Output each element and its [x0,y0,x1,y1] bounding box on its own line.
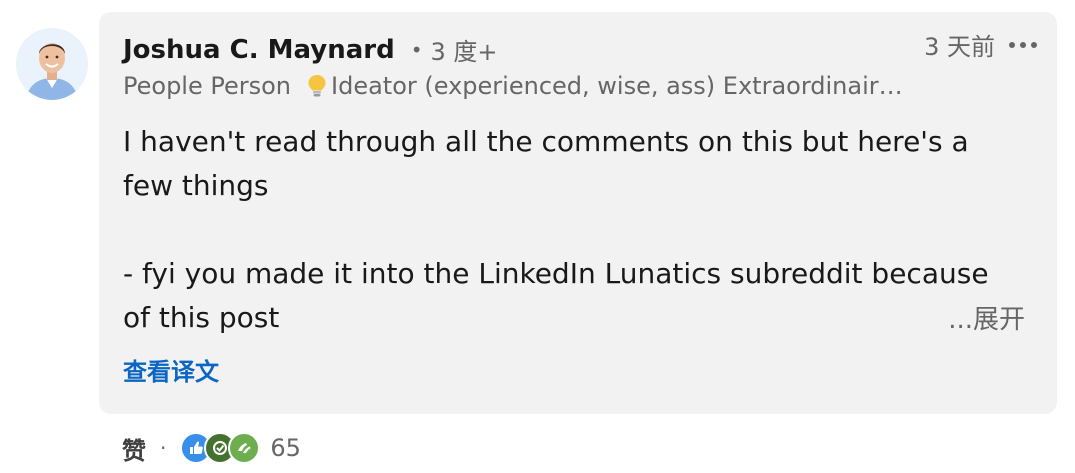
comment-actions: 赞 · 65 [122,428,301,468]
action-separator: · [160,436,167,460]
see-more-button[interactable]: ...展开 [948,299,1025,336]
like-button[interactable]: 赞 [122,431,146,466]
headline-part1: People Person [123,72,292,100]
avatar[interactable] [16,28,88,100]
author-name[interactable]: Joshua C. Maynard [123,35,395,65]
support-icon [228,432,261,464]
comment-meta: 3 天前 [924,27,1039,62]
connection-degree: 3 度+ [430,38,498,66]
timestamp: 3 天前 [924,33,995,61]
profile-photo [16,28,88,100]
comment-paragraph: I haven't read through all the comments … [123,125,969,202]
comment-text: I haven't read through all the comments … [123,120,1011,340]
comment-paragraph: - fyi you made it into the LinkedIn Luna… [123,257,989,334]
degree-separator: • [410,37,423,62]
author-row: Joshua C. Maynard • 3 度+ [123,32,498,67]
more-options-icon[interactable] [1007,35,1039,55]
comment-card: Joshua C. Maynard • 3 度+ 3 天前 People Per… [99,12,1057,414]
reaction-count[interactable]: 65 [270,434,301,462]
author-headline: People Person Ideator (experienced, wise… [123,72,943,100]
see-translation-link[interactable]: 查看译文 [123,352,219,387]
headline-part2: Ideator (experienced, wise, ass) Extraor… [331,72,903,100]
reactions-summary[interactable] [180,430,261,466]
lightbulb-icon [307,74,327,98]
